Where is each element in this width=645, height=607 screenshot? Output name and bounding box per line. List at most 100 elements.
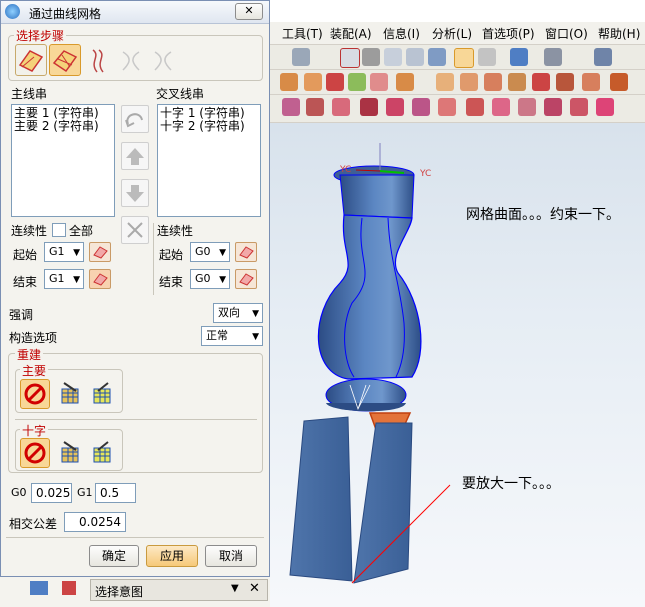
menu-preferences[interactable]: 首选项(P) bbox=[482, 25, 535, 42]
close-icon[interactable]: ✕ bbox=[249, 581, 260, 596]
step-spine-icon[interactable] bbox=[87, 48, 109, 74]
mirror-icon[interactable] bbox=[508, 73, 526, 91]
offset-icon[interactable] bbox=[460, 73, 478, 91]
cross-strings-list[interactable]: 十字 1 (字符串) 十字 2 (字符串) bbox=[157, 104, 261, 217]
sew-icon[interactable] bbox=[556, 73, 574, 91]
primary-strings-list[interactable]: 主要 1 (字符串) 主要 2 (字符串) bbox=[11, 104, 115, 217]
main-menubar: 工具(T) 装配(A) 信息(I) 分析(L) 首选项(P) 窗口(O) 帮助(… bbox=[270, 22, 645, 45]
primary-continuity-label: 连续性 bbox=[11, 224, 48, 238]
g1-label: G1 bbox=[77, 486, 93, 499]
combine-icon[interactable] bbox=[570, 98, 588, 116]
primary-start-face-button[interactable] bbox=[89, 242, 111, 262]
part-icon[interactable] bbox=[30, 581, 48, 595]
degree-rebuild-icon-cross[interactable] bbox=[56, 438, 84, 466]
vase-body bbox=[317, 214, 422, 380]
patch-icon[interactable] bbox=[582, 73, 600, 91]
dropdown-arrow-icon: ▼ bbox=[73, 275, 80, 285]
menu-help[interactable]: 帮助(H) bbox=[598, 25, 640, 42]
build-options-select[interactable]: 正常 ▼ bbox=[201, 326, 263, 346]
reverse-button[interactable] bbox=[121, 105, 149, 133]
section-icon[interactable] bbox=[360, 98, 378, 116]
move-up-button[interactable] bbox=[121, 142, 149, 170]
cross-continuity-label: 连续性 bbox=[157, 224, 194, 238]
chamfer-icon[interactable] bbox=[370, 73, 388, 91]
tool-icon[interactable] bbox=[62, 581, 76, 595]
step-primary-icon[interactable] bbox=[15, 44, 47, 76]
split-icon[interactable] bbox=[610, 73, 628, 91]
cross-start-select[interactable]: G0 ▼ bbox=[190, 242, 230, 262]
rotate-icon[interactable] bbox=[428, 48, 446, 66]
primary-start-label: 起始 bbox=[13, 248, 38, 262]
scale-icon[interactable] bbox=[532, 73, 550, 91]
apply-button[interactable]: 应用 bbox=[146, 545, 198, 567]
pan-icon[interactable] bbox=[406, 48, 424, 66]
intersect-icon[interactable] bbox=[544, 98, 562, 116]
remove-button[interactable] bbox=[121, 216, 149, 244]
menu-tools[interactable]: 工具(T) bbox=[282, 25, 323, 42]
bridge-icon[interactable] bbox=[332, 98, 350, 116]
list-item[interactable]: 主要 2 (字符串) bbox=[14, 120, 112, 133]
fit-rebuild-icon-cross[interactable] bbox=[88, 438, 116, 466]
view-icon[interactable] bbox=[454, 48, 474, 68]
degree-rebuild-icon-primary[interactable] bbox=[56, 379, 84, 407]
step-cross-icon[interactable] bbox=[49, 44, 81, 76]
tool-icon[interactable] bbox=[292, 48, 310, 66]
all-checkbox[interactable] bbox=[52, 223, 66, 237]
dialog-titlebar[interactable]: 通过曲线网格 ✕ bbox=[1, 1, 269, 24]
trim-icon[interactable] bbox=[436, 73, 454, 91]
fit-icon[interactable] bbox=[340, 48, 360, 68]
menu-assembly[interactable]: 装配(A) bbox=[330, 25, 372, 42]
blend-icon[interactable] bbox=[348, 73, 366, 91]
no-rebuild-button-cross[interactable] bbox=[20, 438, 50, 468]
list-item[interactable]: 十字 2 (字符串) bbox=[160, 120, 258, 133]
zoom-icon[interactable] bbox=[384, 48, 402, 66]
render-icon[interactable] bbox=[544, 48, 562, 66]
g0-input[interactable]: 0.025 bbox=[31, 483, 72, 503]
menu-window[interactable]: 窗口(O) bbox=[545, 25, 588, 42]
cancel-button[interactable]: 取消 bbox=[205, 545, 257, 567]
curve-icon[interactable] bbox=[306, 98, 324, 116]
menu-analysis[interactable]: 分析(L) bbox=[432, 25, 472, 42]
menu-info[interactable]: 信息(I) bbox=[383, 25, 420, 42]
move-down-button[interactable] bbox=[121, 179, 149, 207]
cube-icon[interactable] bbox=[510, 48, 528, 66]
law-icon[interactable] bbox=[438, 98, 456, 116]
emphasis-select[interactable]: 双向 ▼ bbox=[213, 303, 263, 323]
extrude-icon[interactable] bbox=[280, 73, 298, 91]
vase-base-right bbox=[353, 422, 413, 584]
g1-input[interactable]: 0.5 bbox=[95, 483, 136, 503]
cross-end-face-button[interactable] bbox=[235, 269, 257, 289]
shell-icon[interactable] bbox=[396, 73, 414, 91]
model-canvas: YC YC bbox=[289, 143, 451, 584]
layer-icon[interactable] bbox=[478, 48, 496, 66]
toolbar-row-1 bbox=[270, 45, 645, 70]
cross-end-select[interactable]: G0 ▼ bbox=[190, 269, 230, 289]
tolerance-input[interactable]: 0.0254 bbox=[64, 512, 126, 532]
extend-icon[interactable] bbox=[518, 98, 536, 116]
sweep-icon[interactable] bbox=[326, 73, 344, 91]
project-icon[interactable] bbox=[466, 98, 484, 116]
fit-rebuild-icon-primary[interactable] bbox=[88, 379, 116, 407]
close-button[interactable]: ✕ bbox=[235, 3, 263, 20]
join-icon[interactable] bbox=[596, 98, 614, 116]
no-rebuild-button-primary[interactable] bbox=[20, 379, 50, 409]
cross-start-value: G0 bbox=[195, 245, 211, 258]
revolve-icon[interactable] bbox=[304, 73, 322, 91]
cross-strings-label: 交叉线串 bbox=[156, 87, 205, 101]
wrap-icon[interactable] bbox=[492, 98, 510, 116]
primary-end-select[interactable]: G1 ▼ bbox=[44, 269, 84, 289]
cross-start-face-button[interactable] bbox=[235, 242, 257, 262]
surface-icon[interactable] bbox=[282, 98, 300, 116]
primary-end-face-button[interactable] bbox=[89, 269, 111, 289]
settings-icon[interactable] bbox=[594, 48, 612, 66]
step-guide-icon bbox=[119, 48, 143, 74]
mesh-icon[interactable] bbox=[386, 98, 404, 116]
ok-button[interactable]: 确定 bbox=[89, 545, 139, 567]
ruled-icon[interactable] bbox=[412, 98, 430, 116]
g0-label: G0 bbox=[11, 486, 27, 499]
shade-icon[interactable] bbox=[362, 48, 380, 66]
pattern-icon[interactable] bbox=[484, 73, 502, 91]
graphics-viewport[interactable]: YC YC 网格曲面。。。约束一下。 要放大一下。。。 bbox=[270, 123, 645, 607]
primary-start-select[interactable]: G1 ▼ bbox=[44, 242, 84, 262]
dropdown-arrow-icon[interactable]: ▼ bbox=[231, 583, 239, 594]
